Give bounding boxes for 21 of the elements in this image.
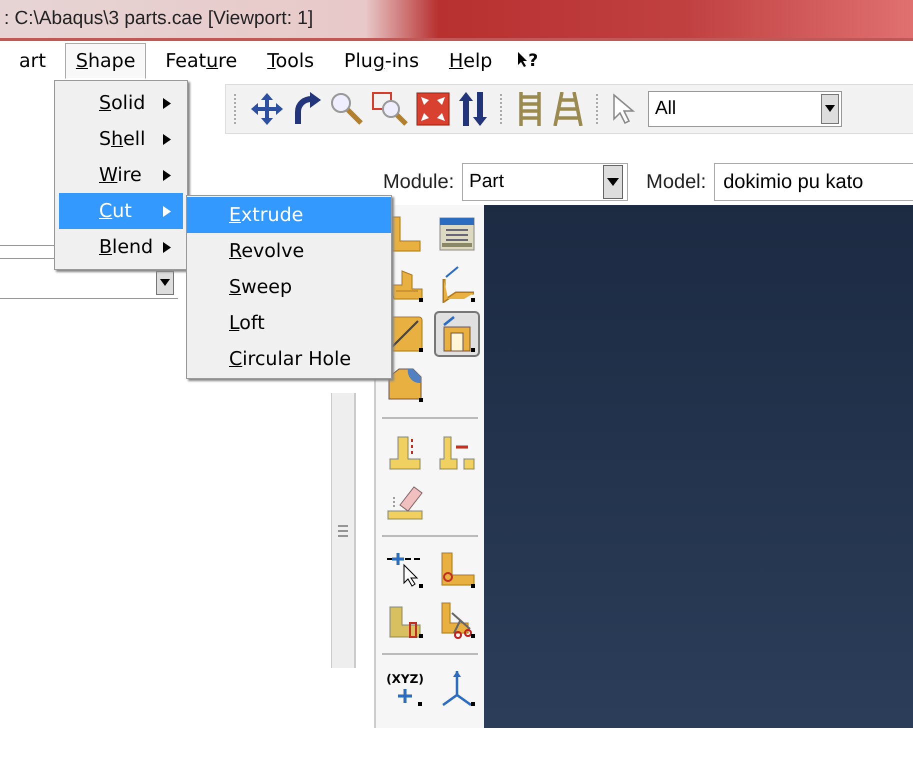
menu-item[interactable]: Revolve xyxy=(187,233,391,269)
menu-item[interactable]: Solid xyxy=(59,85,183,121)
model-label: Model: xyxy=(645,170,708,194)
menu-item[interactable]: Feature xyxy=(154,43,248,79)
model-combo[interactable]: dokimio pu kato xyxy=(714,163,913,201)
selection-filter-combo[interactable]: All xyxy=(648,91,842,127)
module-label: Module: xyxy=(382,170,456,194)
window-title: : C:\Abaqus\3 parts.cae [Viewport: 1] xyxy=(3,8,314,30)
menu-item[interactable]: Loft xyxy=(187,305,391,341)
menu-item[interactable]: Wire xyxy=(59,157,183,193)
menu-item[interactable]: Plug-ins xyxy=(333,43,430,79)
menu-item[interactable]: Shape xyxy=(64,43,146,79)
menu-item[interactable]: art xyxy=(8,43,57,79)
menu-item[interactable]: Sweep xyxy=(187,269,391,305)
menu-item[interactable]: Tools xyxy=(256,43,326,79)
menu-item[interactable]: Blend xyxy=(59,229,183,265)
whats-this-button[interactable]: ? xyxy=(517,51,538,71)
menu-item[interactable]: Shell xyxy=(59,121,183,157)
module-combo[interactable]: Part xyxy=(462,163,628,201)
menu-item[interactable]: Circular Hole xyxy=(187,341,391,377)
menu-item[interactable]: Help xyxy=(438,43,504,79)
